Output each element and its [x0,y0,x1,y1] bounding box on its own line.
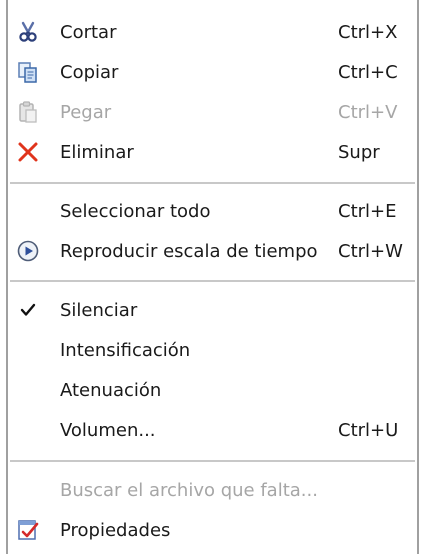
delete-x-icon [12,136,44,168]
menu-item-label: Reproducir escala de tiempo [60,240,318,262]
menu-item-eliminar[interactable]: Eliminar Supr [8,132,417,172]
menu-item-pegar[interactable]: Pegar Ctrl+V [8,92,417,132]
menu-item-label: Silenciar [60,299,138,321]
menu-item-volumen[interactable]: Volumen... Ctrl+U [8,410,417,450]
menu-separator [10,460,415,462]
menu-item-label: Cortar [60,21,117,43]
menu-item-shortcut: Ctrl+W [338,240,403,262]
menu-item-shortcut: Ctrl+X [338,21,398,43]
menu-item-buscar-archivo[interactable]: Buscar el archivo que falta... [8,470,417,510]
menu-item-reproducir-escala[interactable]: Reproducir escala de tiempo Ctrl+W [8,231,417,271]
menu-separator [10,280,415,282]
menu-item-shortcut: Ctrl+E [338,200,397,222]
scissors-icon [12,16,44,48]
menu-item-label: Eliminar [60,141,134,163]
menu-separator [10,182,415,184]
menu-item-shortcut: Ctrl+C [338,61,398,83]
menu-item-label: Propiedades [60,519,171,541]
menu-item-shortcut: Ctrl+U [338,419,399,441]
menu-item-label: Copiar [60,61,119,83]
copy-icon [12,56,44,88]
menu-item-label: Pegar [60,101,112,123]
properties-icon [12,514,44,546]
menu-item-cortar[interactable]: Cortar Ctrl+X [8,12,417,52]
menu-item-label: Atenuación [60,379,162,401]
menu-item-intensificacion[interactable]: Intensificación [8,330,417,370]
menu-item-shortcut: Supr [338,141,380,163]
menu-item-copiar[interactable]: Copiar Ctrl+C [8,52,417,92]
menu-item-label: Intensificación [60,339,191,361]
paste-icon [12,96,44,128]
menu-item-atenuacion[interactable]: Atenuación [8,370,417,410]
menu-item-propiedades[interactable]: Propiedades [8,510,417,550]
menu-item-shortcut: Ctrl+V [338,101,398,123]
menu-item-label: Buscar el archivo que falta... [60,479,318,501]
menu-item-silenciar[interactable]: Silenciar [8,290,417,330]
context-menu: Cortar Ctrl+X Copiar Ctrl+C Pegar Ctrl+V [6,0,419,554]
menu-item-label: Volumen... [60,419,156,441]
menu-item-label: Seleccionar todo [60,200,211,222]
menu-item-seleccionar-todo[interactable]: Seleccionar todo Ctrl+E [8,191,417,231]
play-circle-icon [12,235,44,267]
checkmark-icon [12,294,44,326]
